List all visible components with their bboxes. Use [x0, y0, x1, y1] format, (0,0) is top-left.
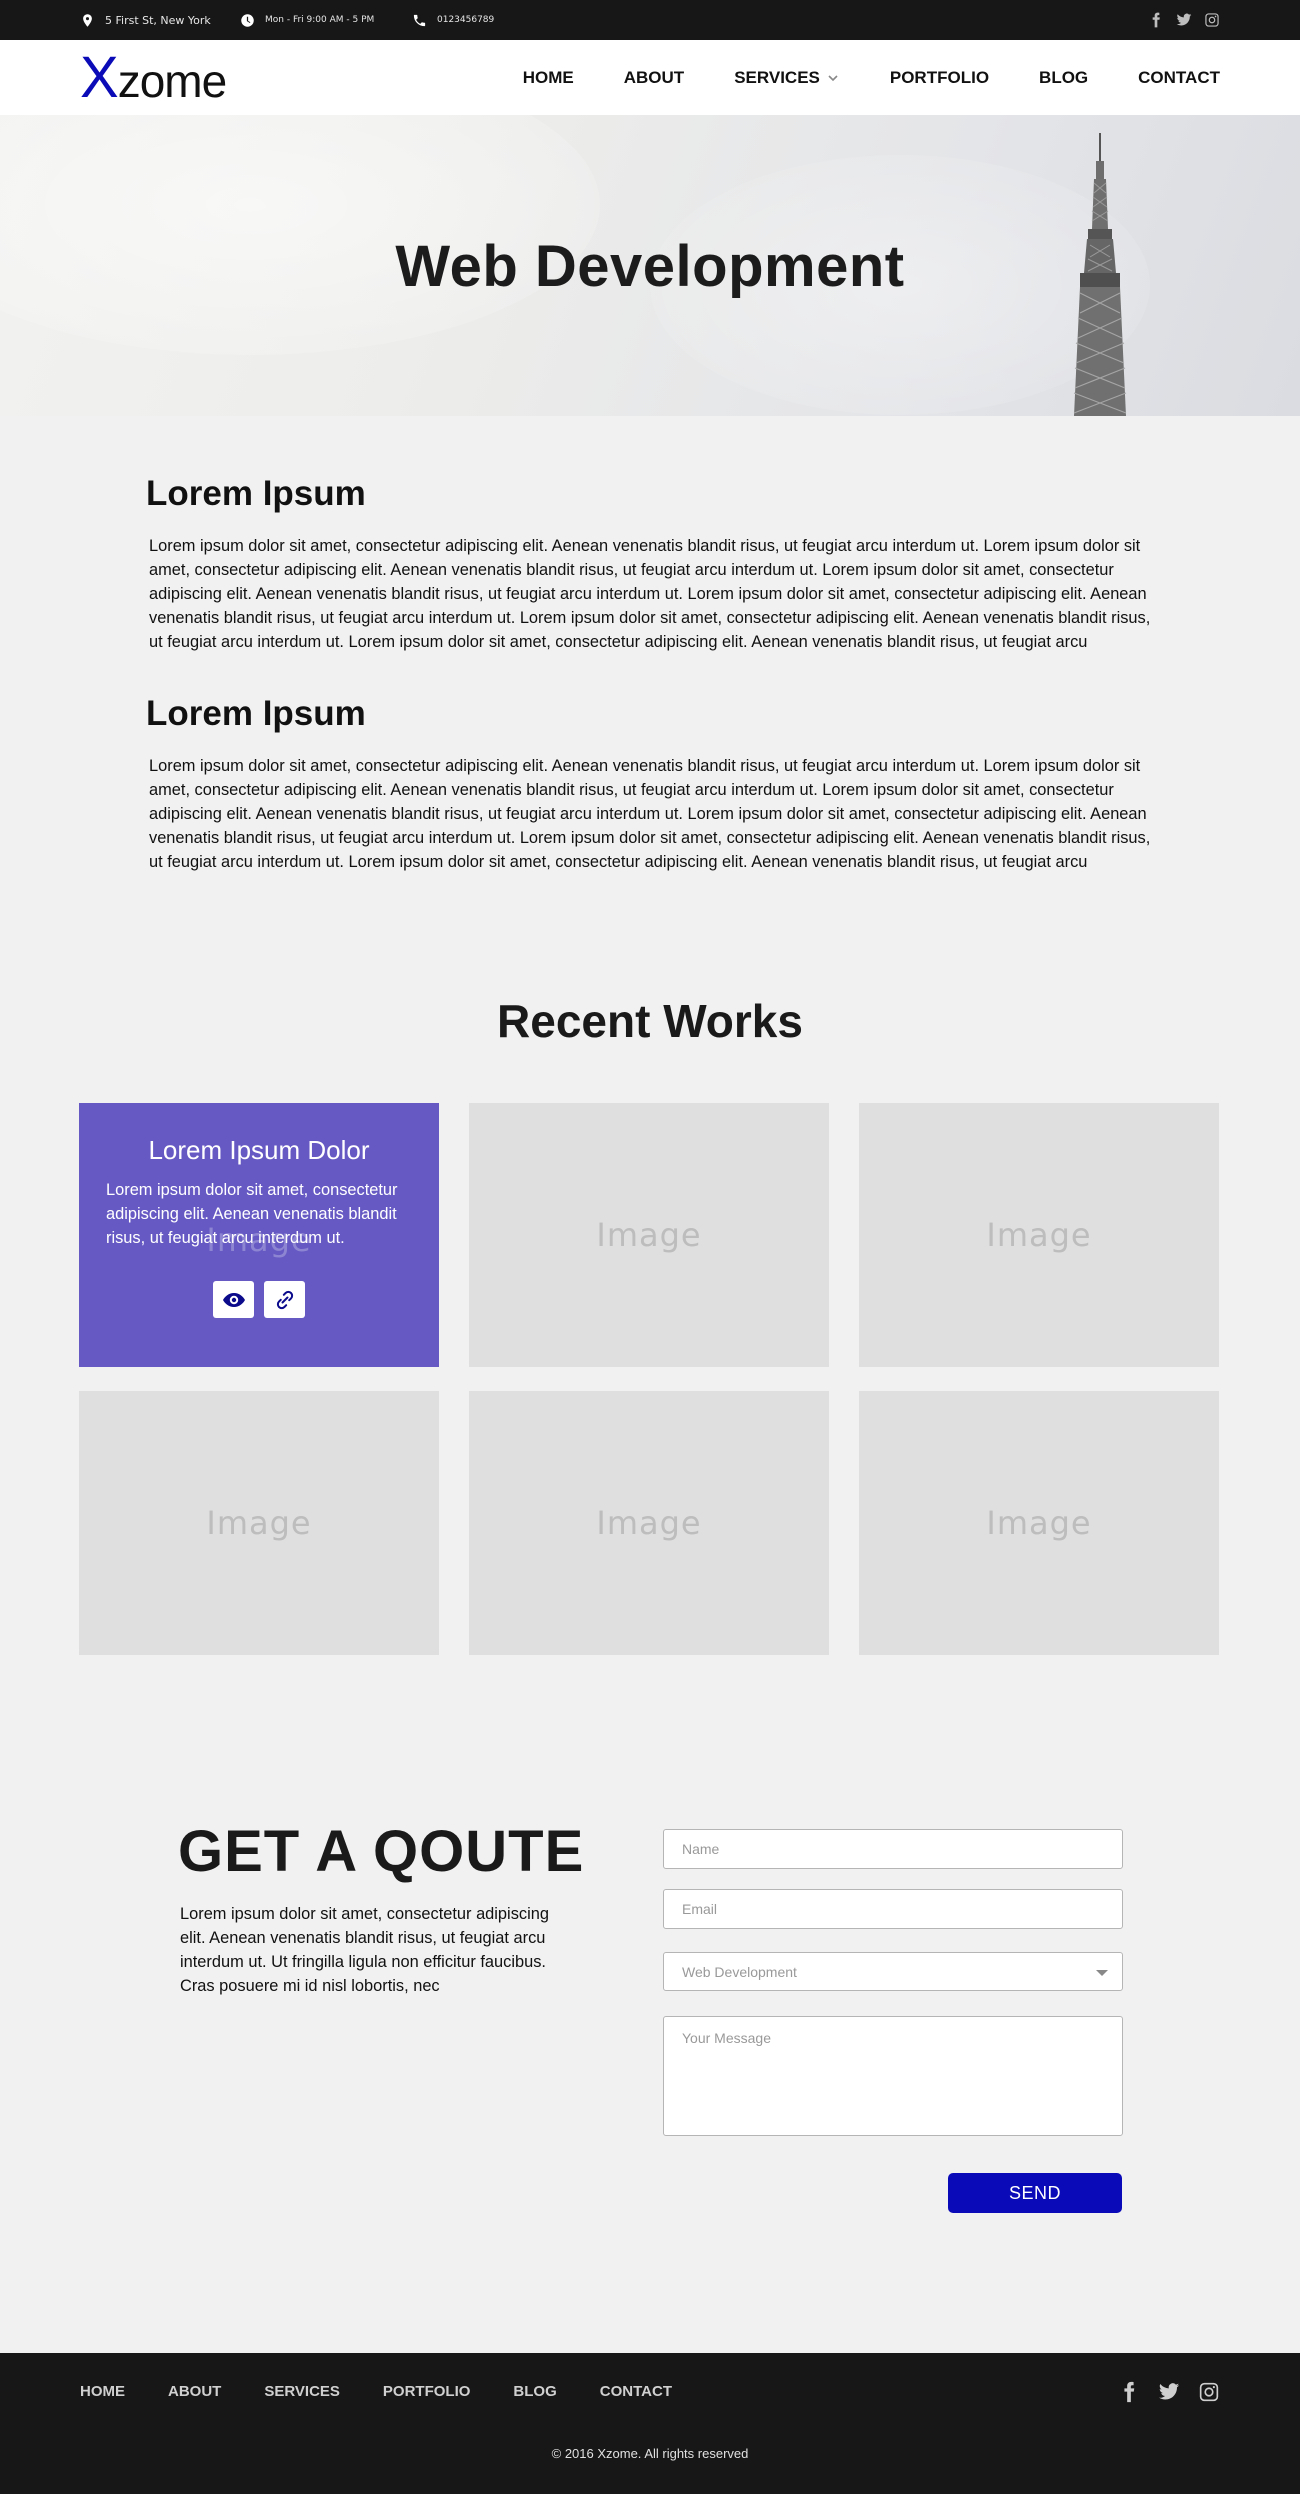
- footer-nav-about[interactable]: ABOUT: [168, 2383, 221, 2400]
- footer-nav-contact[interactable]: CONTACT: [600, 2383, 672, 2400]
- eiffel-tower-image: [1073, 133, 1127, 416]
- image-placeholder: Image: [206, 1504, 312, 1542]
- instagram-icon[interactable]: [1204, 12, 1220, 28]
- phone-icon: [413, 14, 426, 26]
- name-placeholder: Name: [682, 1841, 720, 1857]
- section-title: Lorem Ipsum: [146, 474, 366, 513]
- nav-services[interactable]: SERVICES: [734, 68, 840, 88]
- image-placeholder: Image: [986, 1216, 1092, 1254]
- footer-social-links: [1118, 2381, 1220, 2403]
- quote-text: Lorem ipsum dolor sit amet, consectetur …: [180, 1905, 549, 1995]
- page: 5 First St, New York Mon - Fri 9:00 AM -…: [0, 0, 1300, 2494]
- message-placeholder: Your Message: [682, 2030, 771, 2046]
- link-button[interactable]: [264, 1281, 305, 1318]
- email-placeholder: Email: [682, 1901, 718, 1917]
- chevron-down-icon: [828, 74, 838, 81]
- recent-works-title: Recent Works: [497, 995, 803, 1047]
- nav-blog[interactable]: BLOG: [1039, 68, 1088, 88]
- nav-about[interactable]: ABOUT: [624, 68, 684, 88]
- portfolio-item[interactable]: Image: [469, 1103, 829, 1367]
- eye-icon: [222, 1292, 245, 1307]
- section-text: Lorem ipsum dolor sit amet, consectetur …: [149, 757, 1151, 871]
- image-placeholder: Image: [986, 1504, 1092, 1542]
- footer-nav-blog[interactable]: BLOG: [513, 2383, 556, 2400]
- portfolio-item-text: Lorem ipsum dolor sit amet, consectetur …: [106, 1181, 398, 1247]
- hero-banner: Web Development: [0, 115, 1300, 416]
- quote-title: GET A QOUTE: [178, 1819, 585, 1884]
- main-nav: HOME ABOUT SERVICES PORTFOLIO BLOG CONTA…: [523, 40, 1220, 115]
- footer-nav-portfolio[interactable]: PORTFOLIO: [383, 2383, 471, 2400]
- dropdown-arrow-icon: [1096, 1970, 1108, 1976]
- name-field[interactable]: Name: [663, 1829, 1123, 1869]
- portfolio-item[interactable]: Image: [859, 1103, 1219, 1367]
- hours-info: Mon - Fri 9:00 AM - 5 PM: [240, 0, 374, 40]
- portfolio-item-actions: [213, 1281, 305, 1318]
- facebook-icon[interactable]: [1148, 12, 1164, 28]
- twitter-icon[interactable]: [1176, 12, 1192, 28]
- nav-portfolio[interactable]: PORTFOLIO: [890, 68, 989, 88]
- footer-nav: HOME ABOUT SERVICES PORTFOLIO BLOG CONTA…: [80, 2383, 672, 2400]
- send-button[interactable]: SEND: [948, 2173, 1122, 2213]
- message-textarea[interactable]: Your Message: [663, 2016, 1123, 2136]
- address-info: 5 First St, New York: [80, 0, 211, 40]
- portfolio-item[interactable]: Image: [79, 1391, 439, 1655]
- image-placeholder: Image: [596, 1504, 702, 1542]
- portfolio-item[interactable]: Image: [859, 1391, 1219, 1655]
- nav-contact[interactable]: CONTACT: [1138, 68, 1220, 88]
- email-field[interactable]: Email: [663, 1889, 1123, 1929]
- site-logo[interactable]: Xzome: [80, 49, 227, 109]
- top-social-links: [1148, 0, 1220, 40]
- footer-nav-services[interactable]: SERVICES: [264, 2383, 340, 2400]
- service-selected-value: Web Development: [682, 1963, 797, 1980]
- facebook-icon[interactable]: [1118, 2381, 1140, 2403]
- nav-home[interactable]: HOME: [523, 68, 574, 88]
- top-bar: 5 First St, New York Mon - Fri 9:00 AM -…: [0, 0, 1300, 40]
- link-icon: [276, 1290, 293, 1309]
- location-pin-icon: [83, 13, 92, 27]
- portfolio-item-featured[interactable]: Image Lorem Ipsum Dolor Lorem ipsum dolo…: [79, 1103, 439, 1367]
- copyright-text: © 2016 Xzome. All rights reserved: [551, 2446, 749, 2461]
- logo-accent: X: [80, 45, 119, 110]
- image-placeholder: Image: [596, 1216, 702, 1254]
- site-footer: HOME ABOUT SERVICES PORTFOLIO BLOG CONTA…: [0, 2353, 1300, 2494]
- section-text: Lorem ipsum dolor sit amet, consectetur …: [149, 537, 1151, 651]
- address-text: 5 First St, New York: [105, 13, 211, 27]
- phone-text: 0123456789: [437, 15, 495, 25]
- nav-services-label: SERVICES: [734, 67, 820, 87]
- footer-nav-home[interactable]: HOME: [80, 2383, 125, 2400]
- section-title: Lorem Ipsum: [146, 694, 366, 733]
- portfolio-item-title: Lorem Ipsum Dolor: [148, 1135, 370, 1165]
- site-header: Xzome HOME ABOUT SERVICES PORTFOLIO BLOG…: [0, 40, 1300, 115]
- portfolio-item[interactable]: Image: [469, 1391, 829, 1655]
- hours-text: Mon - Fri 9:00 AM - 5 PM: [265, 15, 375, 25]
- view-button[interactable]: [213, 1281, 254, 1318]
- twitter-icon[interactable]: [1158, 2381, 1180, 2403]
- logo-text: zome: [117, 55, 227, 107]
- clock-icon: [241, 13, 254, 27]
- phone-info: 0123456789: [412, 0, 494, 40]
- instagram-icon[interactable]: [1198, 2381, 1220, 2403]
- service-select[interactable]: Web Development: [663, 1952, 1123, 1991]
